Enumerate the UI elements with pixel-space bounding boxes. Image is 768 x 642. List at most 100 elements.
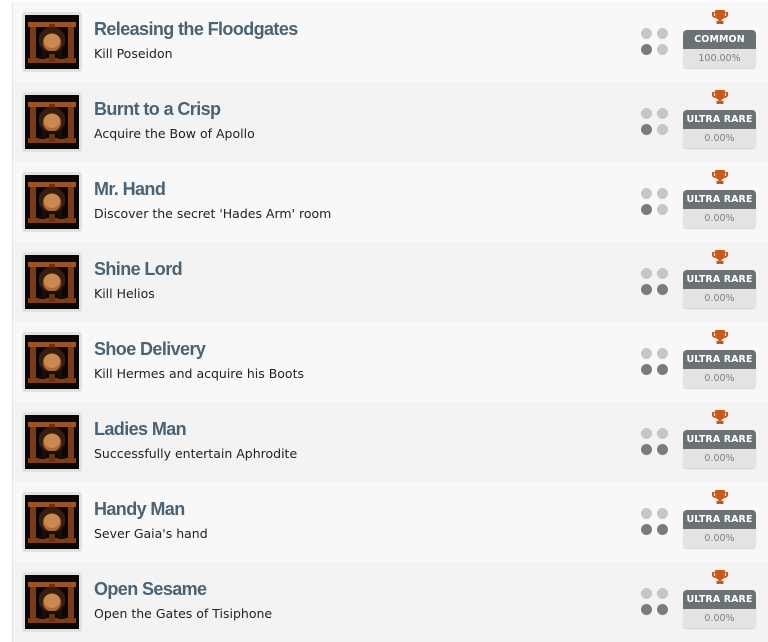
unlock-percentage: 100.00%	[683, 49, 756, 68]
achievement-thumbnail[interactable]	[22, 572, 82, 632]
difficulty-dot	[657, 364, 668, 375]
difficulty-dot	[641, 188, 652, 199]
achievement-description: Successfully entertain Aphrodite	[94, 446, 298, 461]
difficulty-dot	[641, 124, 652, 135]
rarity-box: ULTRA RARE 0.00%	[683, 170, 756, 228]
achievement-row[interactable]: Mr. Hand Discover the secret 'Hades Arm'…	[13, 162, 768, 242]
achievement-description: Kill Helios	[94, 286, 155, 301]
achievement-thumbnail[interactable]	[22, 412, 82, 472]
achievement-description: Kill Hermes and acquire his Boots	[94, 366, 304, 381]
achievement-description: Sever Gaia's hand	[94, 526, 208, 541]
difficulty-dot	[641, 604, 652, 615]
achievement-title[interactable]: Burnt to a Crisp	[94, 99, 221, 120]
rarity-badge: ULTRA RARE	[683, 190, 756, 209]
difficulty-dot	[641, 44, 652, 55]
achievement-title[interactable]: Open Sesame	[94, 579, 207, 600]
difficulty-dots	[641, 428, 669, 456]
rarity-badge: ULTRA RARE	[683, 110, 756, 129]
achievement-row[interactable]: Ladies Man Successfully entertain Aphrod…	[13, 402, 768, 482]
rarity-badge: ULTRA RARE	[683, 590, 756, 609]
achievement-row[interactable]: Handy Man Sever Gaia's hand ULTRA RARE 0…	[13, 482, 768, 562]
difficulty-dot	[641, 268, 652, 279]
rarity-box: ULTRA RARE 0.00%	[683, 570, 756, 628]
achievement-thumbnail[interactable]	[22, 172, 82, 232]
achievement-title[interactable]: Shoe Delivery	[94, 339, 206, 360]
achievement-title[interactable]: Ladies Man	[94, 419, 187, 440]
omega-game-icon	[25, 415, 79, 469]
achievement-thumbnail[interactable]	[22, 252, 82, 312]
difficulty-dot	[641, 508, 652, 519]
rarity-box: COMMON 100.00%	[683, 10, 756, 68]
difficulty-dots	[641, 188, 669, 216]
difficulty-dot	[641, 364, 652, 375]
achievement-description: Kill Poseidon	[94, 46, 173, 61]
difficulty-dot	[657, 604, 668, 615]
difficulty-dots	[641, 348, 669, 376]
difficulty-dot	[657, 188, 668, 199]
achievement-title[interactable]: Shine Lord	[94, 259, 183, 280]
difficulty-dot	[641, 444, 652, 455]
unlock-percentage: 0.00%	[683, 609, 756, 628]
rarity-badge: COMMON	[683, 30, 756, 49]
omega-game-icon	[25, 335, 79, 389]
unlock-percentage: 0.00%	[683, 369, 756, 388]
difficulty-dot	[641, 588, 652, 599]
omega-game-icon	[25, 95, 79, 149]
difficulty-dot	[641, 108, 652, 119]
unlock-percentage: 0.00%	[683, 289, 756, 308]
difficulty-dot	[657, 124, 668, 135]
rarity-box: ULTRA RARE 0.00%	[683, 250, 756, 308]
rarity-badge: ULTRA RARE	[683, 430, 756, 449]
difficulty-dot	[641, 204, 652, 215]
difficulty-dot	[641, 28, 652, 39]
trophy-icon	[711, 170, 728, 184]
omega-game-icon	[25, 15, 79, 69]
rarity-box: ULTRA RARE 0.00%	[683, 90, 756, 148]
difficulty-dots	[641, 588, 669, 616]
rarity-box: ULTRA RARE 0.00%	[683, 490, 756, 548]
unlock-percentage: 0.00%	[683, 209, 756, 228]
difficulty-dot	[657, 508, 668, 519]
trophy-icon	[711, 330, 728, 344]
achievement-description: Open the Gates of Tisiphone	[94, 606, 273, 621]
achievement-title[interactable]: Handy Man	[94, 499, 185, 520]
achievement-thumbnail[interactable]	[22, 332, 82, 392]
achievement-thumbnail[interactable]	[22, 12, 82, 72]
difficulty-dot	[657, 588, 668, 599]
unlock-percentage: 0.00%	[683, 129, 756, 148]
achievement-thumbnail[interactable]	[22, 92, 82, 152]
achievement-row[interactable]: Burnt to a Crisp Acquire the Bow of Apol…	[13, 82, 768, 162]
difficulty-dot	[657, 348, 668, 359]
rarity-badge: ULTRA RARE	[683, 510, 756, 529]
trophy-icon	[711, 250, 728, 264]
achievement-title[interactable]: Mr. Hand	[94, 179, 166, 200]
difficulty-dot	[641, 348, 652, 359]
rarity-badge: ULTRA RARE	[683, 270, 756, 289]
achievement-title[interactable]: Releasing the Floodgates	[94, 19, 298, 40]
difficulty-dots	[641, 108, 669, 136]
achievement-row[interactable]: Releasing the Floodgates Kill Poseidon C…	[13, 2, 768, 82]
unlock-percentage: 0.00%	[683, 529, 756, 548]
achievement-row[interactable]: Open Sesame Open the Gates of Tisiphone …	[13, 562, 768, 642]
rarity-box: ULTRA RARE 0.00%	[683, 330, 756, 388]
omega-game-icon	[25, 175, 79, 229]
difficulty-dot	[657, 28, 668, 39]
achievement-row[interactable]: Shine Lord Kill Helios ULTRA RARE 0.00%	[13, 242, 768, 322]
achievement-list: Releasing the Floodgates Kill Poseidon C…	[12, 2, 768, 642]
unlock-percentage: 0.00%	[683, 449, 756, 468]
rarity-badge: ULTRA RARE	[683, 350, 756, 369]
rarity-box: ULTRA RARE 0.00%	[683, 410, 756, 468]
difficulty-dot	[641, 428, 652, 439]
difficulty-dot	[657, 428, 668, 439]
difficulty-dot	[641, 524, 652, 535]
achievement-row[interactable]: Shoe Delivery Kill Hermes and acquire hi…	[13, 322, 768, 402]
omega-game-icon	[25, 575, 79, 629]
achievement-description: Acquire the Bow of Apollo	[94, 126, 255, 141]
difficulty-dot	[657, 204, 668, 215]
difficulty-dot	[657, 284, 668, 295]
difficulty-dots	[641, 508, 669, 536]
omega-game-icon	[25, 495, 79, 549]
trophy-icon	[711, 490, 728, 504]
trophy-icon	[711, 410, 728, 424]
achievement-thumbnail[interactable]	[22, 492, 82, 552]
